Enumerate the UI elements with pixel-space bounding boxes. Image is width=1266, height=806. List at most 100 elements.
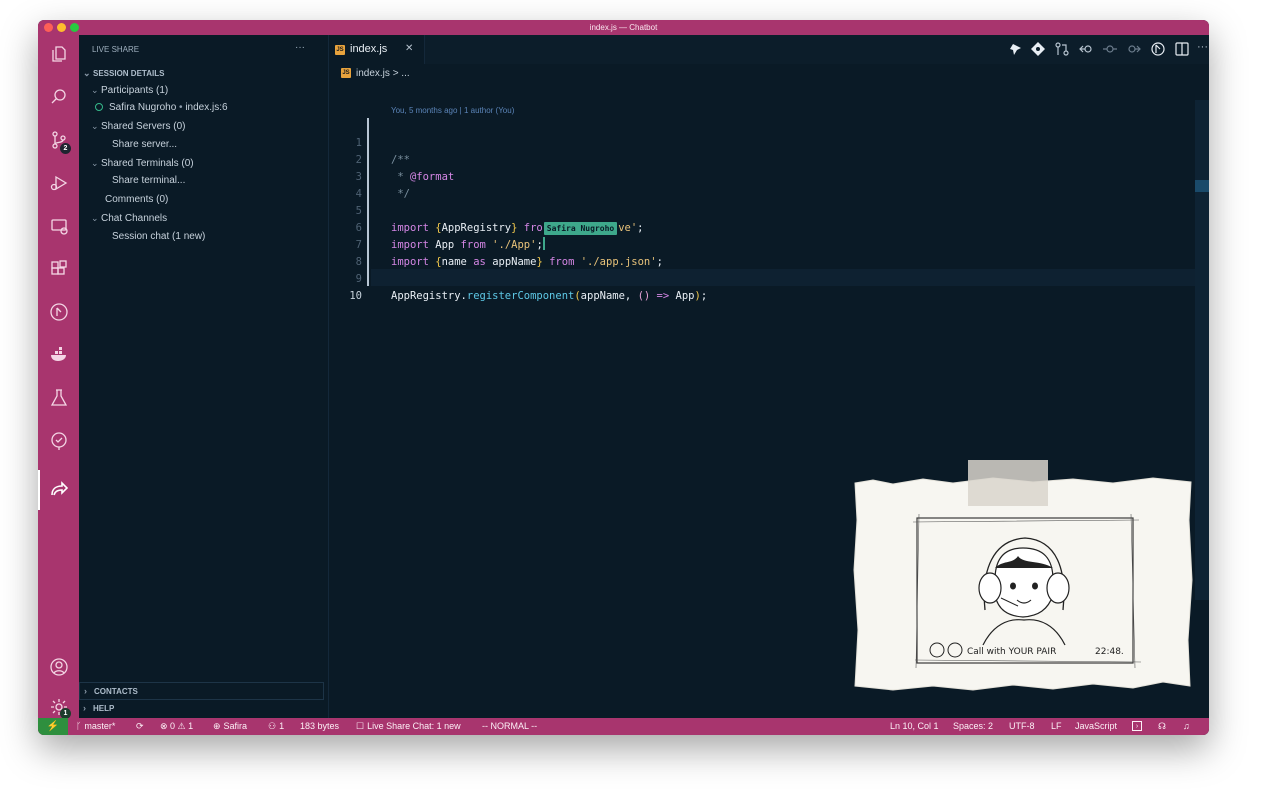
live-share-chat-label: Live Share Chat: 1 new xyxy=(367,721,461,731)
end-of-line[interactable]: LF xyxy=(1051,718,1062,735)
participant-item[interactable]: Safira Nugroho • index.js:6 xyxy=(95,101,345,115)
indentation[interactable]: Spaces: 2 xyxy=(953,718,993,735)
code-line[interactable]: 5 import {AppRegistry} fro Safira Nugroho… xyxy=(329,186,1209,235)
breadcrumb: JS index.js > ... xyxy=(341,68,410,79)
run-debug-icon[interactable] xyxy=(49,173,69,193)
branch-item[interactable]: ᚴ master* xyxy=(76,718,115,735)
testing-icon[interactable] xyxy=(49,388,69,408)
share-terminal-action[interactable]: Share terminal... xyxy=(112,174,362,188)
chevron-down-icon: ⌄ xyxy=(91,158,99,168)
activity-bar: 2 1 xyxy=(38,35,79,719)
gitlens-inspect-icon[interactable] xyxy=(49,431,69,451)
source-control-badge: 2 xyxy=(60,143,71,154)
terminal-icon[interactable]: › xyxy=(1132,721,1142,731)
status-bar: ⚡ ᚴ master* ⟳ ⊗ 0 ⚠ 1 ⊕ Safira ⚇ 1 183 byte… xyxy=(38,718,1209,735)
breadcrumb-file[interactable]: index.js xyxy=(356,68,390,79)
live-share-chat-item[interactable]: ☐ Live Share Chat: 1 new xyxy=(356,718,461,735)
participants-count: 1 xyxy=(279,721,285,731)
chat-channels-node[interactable]: ⌄ Chat Channels xyxy=(91,211,341,226)
code-line[interactable]: 8 xyxy=(329,237,1209,268)
open-changes-icon[interactable] xyxy=(1055,42,1069,56)
chevron-down-icon: ⌄ xyxy=(91,121,99,131)
code-line[interactable]: 3 */ xyxy=(329,152,1209,200)
next-revision-icon[interactable] xyxy=(1127,42,1141,56)
paper-sticker-drawing: Call with YOUR PAIR 22:48. xyxy=(853,460,1193,691)
code-line[interactable]: 7 import {name as appName} from './app.j… xyxy=(329,220,1209,268)
code-line[interactable]: 4 xyxy=(329,169,1209,200)
editor-toolbar: ··· xyxy=(1009,41,1209,58)
more-actions-button[interactable]: ··· xyxy=(1197,41,1208,53)
session-details-section[interactable]: ⌄ SESSION DETAILS xyxy=(83,66,333,81)
language-mode[interactable]: JavaScript xyxy=(1075,718,1117,735)
live-share-user-item[interactable]: ⊕ Safira xyxy=(213,718,247,735)
commit-icon[interactable] xyxy=(1103,42,1117,56)
active-indicator xyxy=(38,470,40,510)
tab-close-icon[interactable]: ✕ xyxy=(405,43,413,54)
docker-icon[interactable] xyxy=(49,345,69,365)
title-bar: index.js — Chatbot xyxy=(38,20,1209,35)
accounts-icon[interactable] xyxy=(49,657,69,677)
code-line[interactable]: 1 /** xyxy=(329,118,1209,166)
code-token: App xyxy=(675,290,695,302)
participant-location: index.js:6 xyxy=(185,102,228,113)
sticker-time: 22:48. xyxy=(1095,647,1124,657)
help-section[interactable]: › HELP xyxy=(83,701,333,716)
notifications-bell-icon[interactable]: ♫ xyxy=(1183,718,1190,735)
participants-icon: ⚇ xyxy=(268,721,277,731)
shared-terminals-node[interactable]: ⌄ Shared Terminals (0) xyxy=(91,156,341,171)
chat-channels-label: Chat Channels xyxy=(101,213,168,224)
share-server-action[interactable]: Share server... xyxy=(112,138,362,152)
call-sticker-illustration: Call with YOUR PAIR 22:48. xyxy=(853,460,1193,720)
codelens-blame[interactable]: You, 5 months ago | 1 author (You) xyxy=(391,106,514,115)
git-compare-icon[interactable] xyxy=(1031,42,1045,56)
participants-label: Participants (1) xyxy=(101,85,169,96)
sync-icon[interactable]: ⟳ xyxy=(136,718,144,735)
window-title: index.js — Chatbot xyxy=(589,23,658,32)
code-line[interactable]: 10 xyxy=(329,271,1209,302)
split-editor-icon[interactable] xyxy=(1175,42,1189,56)
remote-explorer-icon[interactable] xyxy=(49,216,69,236)
javascript-file-icon: JS xyxy=(335,45,345,55)
chevron-down-icon: ⌄ xyxy=(91,213,99,223)
scrollbar-track[interactable] xyxy=(1195,100,1209,600)
chevron-right-icon: › xyxy=(84,686,87,696)
line-number: 10 xyxy=(349,290,362,302)
tab-bar: JS index.js ✕ ··· xyxy=(329,35,1209,64)
previous-revision-icon[interactable] xyxy=(1079,42,1093,56)
scrollbar-thumb[interactable] xyxy=(1195,180,1209,192)
code-line[interactable]: 9 AppRegistry.registerComponent(appName,… xyxy=(329,254,1209,302)
extensions-icon[interactable] xyxy=(49,259,69,279)
branch-label: master* xyxy=(84,721,116,731)
session-chat-item[interactable]: Session chat (1 new) xyxy=(112,230,362,244)
file-size: 183 bytes xyxy=(300,721,340,731)
contacts-section[interactable]: › CONTACTS xyxy=(79,682,324,700)
code-text: AppRegistry.registerComponent(appName, (… xyxy=(391,288,707,305)
participants-count-item[interactable]: ⚇ 1 xyxy=(268,718,284,735)
sticker-caption: Call with YOUR PAIR xyxy=(967,647,1056,657)
cursor-position[interactable]: Ln 10, Col 1 xyxy=(890,718,939,735)
remote-indicator[interactable]: ⚡ xyxy=(38,718,68,735)
chevron-down-icon: ⌄ xyxy=(91,85,99,95)
live-share-icon[interactable] xyxy=(49,479,69,499)
feedback-icon[interactable]: ☊ xyxy=(1158,718,1166,735)
breadcrumb-symbol[interactable]: > ... xyxy=(393,68,410,79)
encoding[interactable]: UTF-8 xyxy=(1009,718,1035,735)
tab-index-js[interactable]: JS index.js ✕ xyxy=(329,35,425,64)
code-line[interactable]: 2 * @format xyxy=(329,135,1209,183)
explorer-icon[interactable] xyxy=(49,44,69,64)
code-line[interactable]: 6 import App from './App'; xyxy=(329,203,1209,251)
gitlens-icon[interactable] xyxy=(49,302,69,322)
pin-icon[interactable] xyxy=(1009,42,1023,56)
gitlens-action-icon[interactable] xyxy=(1151,42,1165,56)
search-icon[interactable] xyxy=(49,87,69,107)
javascript-file-icon: JS xyxy=(341,68,351,79)
participants-node[interactable]: ⌄ Participants (1) xyxy=(91,83,341,98)
code-token: ; xyxy=(700,290,708,302)
chevron-right-icon: › xyxy=(83,703,86,713)
sidebar-more-button[interactable]: ··· xyxy=(295,41,315,55)
shared-servers-node[interactable]: ⌄ Shared Servers (0) xyxy=(91,119,341,134)
code-token: () xyxy=(637,290,651,302)
problems-item[interactable]: ⊗ 0 ⚠ 1 xyxy=(160,718,193,735)
vscode-window: index.js — Chatbot 2 1 LIVE SHARE ··· ⌄ … xyxy=(38,20,1209,735)
comments-node[interactable]: Comments (0) xyxy=(105,193,355,207)
